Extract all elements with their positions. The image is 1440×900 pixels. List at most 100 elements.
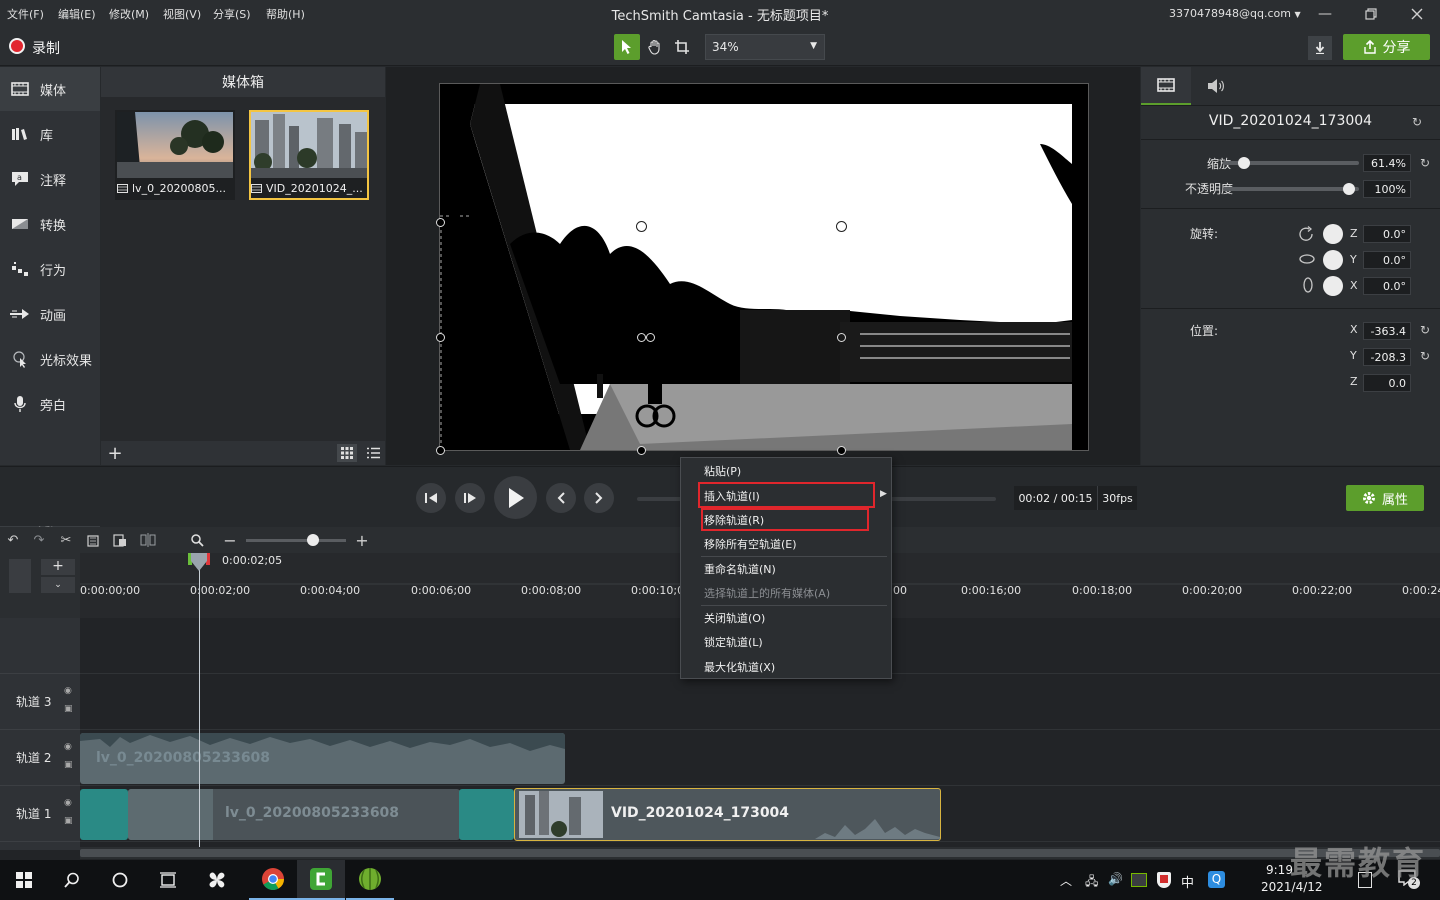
track-1[interactable]: lv_0_20200805233608 VID_20201024_173004: [80, 786, 1440, 842]
download-button[interactable]: [1308, 36, 1332, 60]
sidebar-item-media[interactable]: 媒体: [0, 67, 100, 111]
taskbar-app-chrome[interactable]: [249, 860, 297, 900]
menu-item-lock-track[interactable]: 锁定轨道(L): [704, 634, 763, 650]
track-height-slider[interactable]: [9, 559, 31, 593]
menu-modify[interactable]: 修改(M): [109, 6, 149, 22]
pan-tool-button[interactable]: [642, 34, 668, 60]
crop-tool-button[interactable]: [669, 34, 695, 60]
search-button[interactable]: [48, 860, 96, 900]
video-preview-frame[interactable]: [436, 83, 1089, 455]
add-icon[interactable]: +: [105, 443, 125, 464]
scale-input[interactable]: 61.4%: [1363, 154, 1411, 172]
transition-clip[interactable]: [80, 789, 128, 840]
cut-icon[interactable]: ✂: [57, 531, 75, 549]
rotation-z-dial[interactable]: [1323, 224, 1343, 244]
opacity-slider[interactable]: [1223, 187, 1359, 191]
tab-audio-properties[interactable]: [1191, 67, 1241, 105]
properties-button[interactable]: 属性: [1346, 485, 1424, 511]
record-button-label[interactable]: 录制: [32, 38, 60, 58]
opacity-slider-knob[interactable]: [1343, 183, 1355, 195]
start-button[interactable]: [0, 860, 48, 900]
position-y-input[interactable]: -208.3: [1363, 348, 1411, 366]
reset-icon[interactable]: ↻: [1420, 349, 1430, 363]
resize-handle[interactable]: [436, 446, 445, 455]
menu-edit[interactable]: 编辑(E): [58, 6, 96, 22]
playhead-handle[interactable]: [188, 553, 210, 573]
menu-item-rename-track[interactable]: 重命名轨道(N): [704, 561, 776, 577]
timeline-zoom-knob[interactable]: [307, 534, 319, 546]
sidebar-item-transitions[interactable]: 转换: [0, 202, 100, 246]
media-item[interactable]: lv_0_20200805...: [115, 110, 235, 200]
zoom-in-icon[interactable]: +: [353, 531, 371, 550]
track-2[interactable]: lv_0_20200805233608: [80, 730, 1440, 786]
menu-file[interactable]: 文件(F): [7, 6, 44, 22]
taskbar-app-pinwheel[interactable]: [193, 860, 241, 900]
split-icon[interactable]: [139, 531, 157, 549]
center-handle[interactable]: [646, 333, 655, 342]
qq-icon[interactable]: Q: [1208, 871, 1225, 888]
position-z-input[interactable]: 0.0: [1363, 374, 1411, 392]
ime-indicator[interactable]: 中: [1181, 872, 1194, 891]
menu-item-remove-empty-tracks[interactable]: 移除所有空轨道(E): [704, 536, 797, 552]
track-header-1[interactable]: 轨道 1 ◉ ▣: [0, 786, 80, 842]
share-button[interactable]: 分享: [1343, 34, 1430, 60]
menu-item-close-track[interactable]: 关闭轨道(O): [704, 610, 765, 626]
menu-item-maximize-track[interactable]: 最大化轨道(X): [704, 659, 775, 675]
next-button[interactable]: [584, 483, 614, 513]
sidebar-item-behaviors[interactable]: 行为: [0, 247, 100, 291]
resize-handle[interactable]: [637, 446, 646, 455]
menu-help[interactable]: 帮助(H): [266, 6, 305, 22]
step-forward-button[interactable]: [455, 483, 485, 513]
cortana-button[interactable]: [96, 860, 144, 900]
collapse-tracks-button[interactable]: ⌄: [41, 577, 75, 593]
lock-icon[interactable]: ▣: [64, 816, 73, 826]
rotation-x-input[interactable]: 0.0°: [1363, 277, 1411, 295]
reset-icon[interactable]: ↻: [1412, 115, 1422, 129]
add-track-button[interactable]: +: [41, 559, 75, 575]
center-handle[interactable]: [637, 333, 646, 342]
resize-handle[interactable]: [436, 218, 445, 227]
record-icon[interactable]: [9, 38, 25, 54]
sidebar-item-narration[interactable]: 旁白: [0, 382, 100, 426]
media-item-selected[interactable]: VID_20201024_...: [249, 110, 369, 200]
redo-icon[interactable]: ↷: [30, 531, 48, 549]
eye-icon[interactable]: ◉: [64, 686, 72, 696]
security-shield-icon[interactable]: [1157, 872, 1171, 888]
list-view-button[interactable]: [363, 444, 383, 462]
canvas-preview[interactable]: [386, 67, 1140, 465]
reset-icon[interactable]: ↻: [1420, 323, 1430, 337]
grid-view-button[interactable]: [337, 444, 357, 462]
zoom-dropdown[interactable]: 34% ▼: [705, 34, 825, 60]
chevron-up-icon[interactable]: ︿: [1060, 872, 1072, 889]
rotation-z-input[interactable]: 0.0°: [1363, 225, 1411, 243]
minimize-button[interactable]: —: [1302, 0, 1348, 28]
tab-visual-properties[interactable]: [1141, 67, 1191, 105]
lock-icon[interactable]: ▣: [64, 760, 73, 770]
rotation-y-dial[interactable]: [1323, 250, 1343, 270]
paste-icon[interactable]: [111, 531, 129, 549]
resize-handle[interactable]: [436, 333, 445, 342]
sidebar-item-animations[interactable]: 动画: [0, 292, 100, 336]
resize-handle[interactable]: [837, 333, 846, 342]
clock-time[interactable]: 9:19: [1266, 863, 1293, 877]
volume-icon[interactable]: 🔊: [1108, 872, 1123, 886]
lock-icon[interactable]: ▣: [64, 704, 73, 714]
scale-slider-knob[interactable]: [1238, 157, 1250, 169]
taskbar-app-melon[interactable]: [346, 860, 394, 900]
taskbar-app-camtasia[interactable]: [297, 860, 345, 900]
reset-icon[interactable]: ↻: [1420, 156, 1430, 170]
rotation-x-dial[interactable]: [1323, 276, 1343, 296]
undo-icon[interactable]: ↶: [4, 531, 22, 549]
timeline-zoom-slider[interactable]: [246, 539, 346, 542]
opacity-input[interactable]: 100%: [1363, 180, 1411, 198]
track-3[interactable]: [80, 674, 1440, 730]
restore-button[interactable]: [1348, 0, 1394, 28]
copy-icon[interactable]: [85, 531, 103, 549]
resize-handle[interactable]: [636, 221, 647, 232]
resize-handle[interactable]: [836, 221, 847, 232]
sidebar-item-cursor-effects[interactable]: 光标效果: [0, 337, 100, 381]
previous-button[interactable]: [546, 483, 576, 513]
close-button[interactable]: [1394, 0, 1440, 28]
nvidia-icon[interactable]: [1131, 873, 1147, 887]
rotation-y-input[interactable]: 0.0°: [1363, 251, 1411, 269]
